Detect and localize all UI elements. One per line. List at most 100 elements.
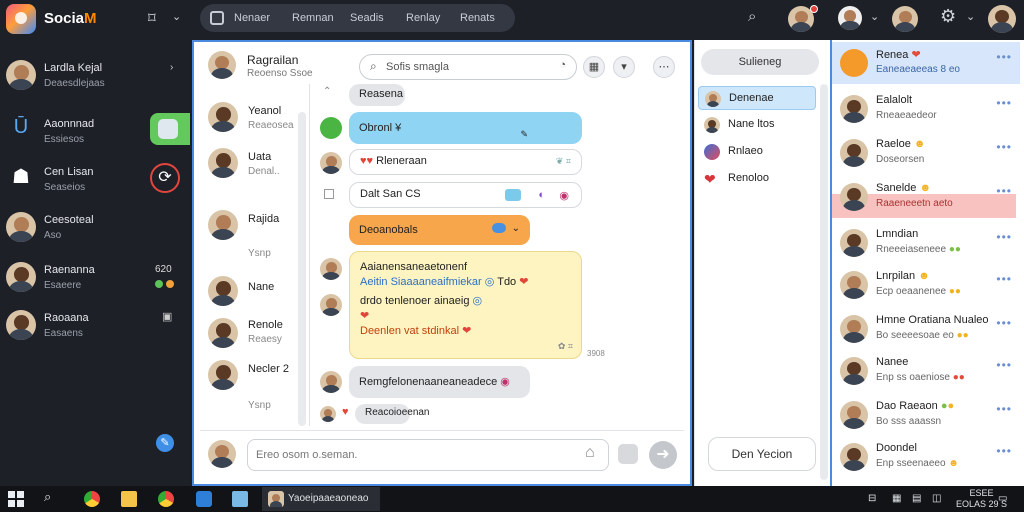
app-logo-icon[interactable] bbox=[6, 4, 36, 34]
more-icon[interactable]: ••• bbox=[996, 444, 1012, 458]
rail-item[interactable]: Raoaana Easaens ▣ bbox=[0, 306, 190, 352]
photos-icon[interactable] bbox=[232, 491, 248, 507]
chevron-down-icon[interactable]: ⌄ bbox=[172, 10, 181, 23]
chat-header-avatar[interactable] bbox=[208, 51, 236, 79]
filter-button[interactable]: ▾ bbox=[613, 56, 635, 78]
contact-item[interactable]: Raeloe ☻ Doseorsen ••• bbox=[832, 132, 1018, 174]
search-input[interactable]: ⌕ Sofis smagla ◔ bbox=[359, 54, 577, 80]
conversation-item[interactable]: Nane bbox=[200, 276, 300, 312]
send-button[interactable]: ➜ bbox=[649, 441, 677, 469]
composer-avatar[interactable] bbox=[208, 440, 236, 468]
avatar bbox=[208, 318, 238, 348]
filter-item[interactable]: Rnlaeo bbox=[698, 140, 816, 164]
conversation-item[interactable]: Rajida Ysnp bbox=[200, 208, 300, 259]
rail-item-sub: Essiesos bbox=[44, 134, 85, 145]
contact-item[interactable]: Ealalolt Rneaeaedeor ••• bbox=[832, 88, 1018, 130]
divider bbox=[309, 84, 310, 426]
rail-item[interactable]: Raenanna Esaeere 620 bbox=[0, 258, 190, 304]
contact-item[interactable]: Dao Raeaon ●● Bo sss aaassn ••• bbox=[832, 394, 1018, 436]
nav-item-2[interactable]: Remnan bbox=[292, 12, 334, 24]
conversation-item[interactable]: Renole Reaesy bbox=[200, 316, 300, 356]
search-icon[interactable]: ⌕ bbox=[748, 8, 756, 25]
rail-item[interactable]: Ceesoteal Aso bbox=[0, 208, 190, 254]
notification-icon[interactable]: ▭ bbox=[998, 493, 1007, 504]
conversation-item[interactable]: Yeanol Reaeosea bbox=[200, 100, 300, 140]
folder-icon[interactable] bbox=[121, 491, 137, 507]
chrome-icon[interactable] bbox=[84, 491, 100, 507]
chevron-down-icon[interactable]: ⌄ bbox=[870, 10, 879, 23]
contact-item[interactable]: Hmne Oratiana Nualeo Bo seeeesoae eo ●● … bbox=[832, 308, 1018, 350]
active-rail-button[interactable] bbox=[150, 113, 190, 145]
filter-label: Renoloo bbox=[728, 172, 769, 184]
grid-icon[interactable] bbox=[210, 11, 224, 25]
chevron-right-icon[interactable]: › bbox=[170, 62, 173, 73]
contact-item[interactable]: Doondel Enp sseenaeeo ☻ ••• bbox=[832, 436, 1018, 478]
avatar[interactable] bbox=[892, 6, 918, 32]
more-icon[interactable]: ••• bbox=[996, 272, 1012, 286]
filter-item[interactable]: Nane ltos bbox=[698, 113, 816, 137]
contact-item[interactable]: Lmndian Rneeeiaseneee ●● ••• bbox=[832, 222, 1018, 264]
filters-scrollbar[interactable] bbox=[820, 84, 828, 480]
more-icon[interactable]: ••• bbox=[996, 316, 1012, 330]
start-icon[interactable] bbox=[8, 491, 24, 507]
more-icon[interactable]: ••• bbox=[996, 50, 1012, 64]
contact-item[interactable]: Renea ❤ Eaneaeaeeas 8 eo ••• bbox=[832, 42, 1018, 84]
conversation-sub: Ysnp bbox=[248, 400, 271, 411]
message-bubble: Dalt San CS ◐ ◉ bbox=[349, 182, 582, 208]
tray-icon[interactable]: ▤ bbox=[912, 493, 921, 504]
message-input[interactable]: Ereo osom o.seman. bbox=[247, 439, 609, 471]
tray-icon[interactable]: ◫ bbox=[932, 493, 941, 504]
chevron-down-icon[interactable]: ⌄ bbox=[966, 10, 975, 23]
conversation-name: Necler 2 bbox=[248, 363, 289, 375]
cloud-icon bbox=[492, 223, 506, 233]
message-icon[interactable]: ▣ bbox=[162, 310, 172, 323]
contact-name: Lnrpilan ☻ bbox=[876, 270, 930, 282]
conversation-scrollbar[interactable] bbox=[298, 112, 306, 426]
bell-icon[interactable]: ◔ bbox=[559, 59, 566, 71]
profile-avatar[interactable] bbox=[838, 6, 862, 30]
more-icon[interactable]: ••• bbox=[996, 358, 1012, 372]
contact-status: Enp sseenaeeo ☻ bbox=[876, 458, 959, 469]
more-icon[interactable]: ••• bbox=[996, 140, 1012, 154]
gear-icon[interactable]: ⚙ bbox=[940, 6, 956, 27]
attach-icon[interactable]: ⌂ bbox=[585, 444, 595, 462]
filters-header[interactable]: Sulieneg bbox=[701, 49, 819, 75]
sync-icon[interactable]: ⟳ bbox=[150, 163, 180, 193]
more-button[interactable]: ⋯ bbox=[653, 56, 675, 78]
nav-item-5[interactable]: Renats bbox=[460, 12, 495, 24]
filter-item[interactable]: ❤ Renoloo bbox=[698, 167, 816, 191]
more-icon[interactable]: ••• bbox=[996, 230, 1012, 244]
search-icon[interactable]: ⌕ bbox=[44, 489, 60, 505]
user-avatar[interactable] bbox=[988, 5, 1016, 33]
compose-icon[interactable]: ✎ bbox=[156, 434, 174, 452]
taskbar-active-window[interactable]: Yaoeipaaeaoneao bbox=[262, 487, 380, 511]
conversation-item[interactable]: Necler 2 Ysnp bbox=[200, 360, 300, 416]
reaction-icon: ◐ bbox=[538, 189, 545, 201]
bookmark-icon[interactable]: ⌑ bbox=[148, 9, 156, 27]
filters-footer-button[interactable]: Den Yecion bbox=[708, 437, 816, 471]
chrome-icon[interactable] bbox=[158, 491, 174, 507]
contact-status: Raaeneeetn aeto bbox=[876, 198, 953, 209]
more-icon[interactable]: ••• bbox=[996, 96, 1012, 110]
nav-item-4[interactable]: Renlay bbox=[406, 12, 440, 24]
tray-icon[interactable]: ▦ bbox=[892, 493, 901, 504]
app-logo-text[interactable]: SociaM bbox=[44, 10, 97, 27]
mail-icon[interactable] bbox=[196, 491, 212, 507]
checkbox-icon[interactable] bbox=[324, 189, 334, 199]
rail-item[interactable]: Lardla Kejal Deaesdlejaas › bbox=[0, 56, 190, 102]
contact-item[interactable]: Lnrpilan ☻ Ecp oeaanenee ●● ••• bbox=[832, 264, 1018, 306]
chevron-down-icon[interactable]: ⌄ bbox=[512, 220, 520, 238]
tray-icon[interactable]: ⊟ bbox=[868, 493, 876, 504]
more-icon[interactable]: ••• bbox=[996, 184, 1012, 198]
nav-item-1[interactable]: Nenaer bbox=[234, 12, 270, 24]
nav-item-3[interactable]: Seadis bbox=[350, 12, 384, 24]
contact-item[interactable]: Nanee Enp ss oaeniose ●● ••• bbox=[832, 350, 1018, 392]
grid-button[interactable]: ▦ bbox=[583, 56, 605, 78]
contact-item[interactable]: Sanelde ☻ Raaeneeetn aeto ••• bbox=[832, 176, 1018, 218]
conversation-item[interactable]: Uata Denal.. bbox=[200, 146, 300, 186]
more-icon[interactable]: ••• bbox=[996, 402, 1012, 416]
filter-item[interactable]: Denenae bbox=[698, 86, 816, 110]
chevron-up-icon[interactable]: ⌃ bbox=[323, 86, 331, 97]
image-icon[interactable] bbox=[618, 444, 638, 464]
message-bubble: Reasena bbox=[349, 84, 405, 106]
